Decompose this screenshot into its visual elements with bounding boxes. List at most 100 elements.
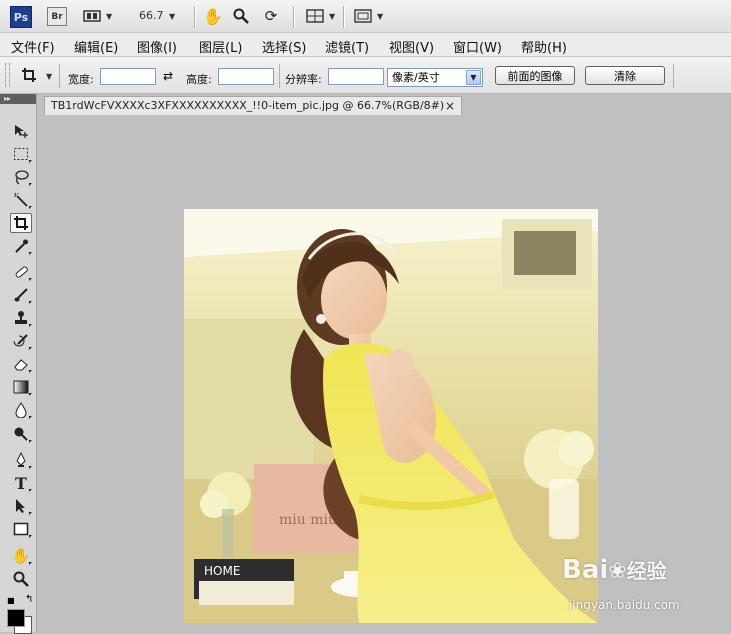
default-colors-icon[interactable]: ■ — [7, 596, 15, 605]
tools-panel: ▸▸ T ✋ ■ ↰ — [0, 94, 37, 634]
menu-view[interactable]: 视图(V) — [389, 37, 434, 56]
move-icon — [15, 125, 28, 138]
width-label: 宽度: — [68, 73, 94, 86]
front-image-button[interactable]: 前面的图像 — [495, 66, 575, 85]
dodge-tool[interactable] — [10, 424, 32, 444]
film-icon — [83, 10, 101, 22]
eraser-tool[interactable] — [10, 354, 32, 374]
hand-icon: ✋ — [11, 547, 31, 565]
menu-bar: 文件(F) 编辑(E) 图像(I) 图层(L) 选择(S) 滤镜(T) 视图(V… — [0, 33, 731, 57]
document-canvas-image[interactable]: miu miu HOME — [184, 209, 598, 623]
divider — [673, 64, 674, 88]
crop-tool-preset-icon[interactable] — [19, 66, 39, 84]
options-grip[interactable] — [5, 63, 10, 87]
options-bar: ▼ 宽度: ⇄ 高度: 分辨率: 像素/英寸 ▼ 前面的图像 清除 — [0, 57, 731, 94]
blur-icon — [15, 402, 27, 418]
menu-window[interactable]: 窗口(W) — [453, 37, 502, 56]
arrange-documents-icon[interactable] — [305, 7, 325, 25]
resolution-unit-select[interactable]: 像素/英寸 ▼ — [387, 68, 483, 87]
close-icon[interactable]: × — [445, 97, 455, 115]
hand-tool[interactable]: ✋ — [10, 546, 32, 566]
clone-stamp-tool[interactable] — [10, 308, 32, 328]
eyedropper-icon — [15, 239, 28, 253]
document-tab[interactable]: TB1rdWcFVXXXXc3XFXXXXXXXXXX_!!0-item_pic… — [44, 96, 462, 115]
brush-icon — [14, 288, 28, 302]
zoom-chevron-down-icon[interactable]: ▼ — [169, 12, 175, 21]
path-selection-tool[interactable] — [10, 496, 32, 516]
document-title: TB1rdWcFVXXXXc3XFXXXXXXXXXX_!!0-item_pic… — [51, 99, 445, 112]
screen-mode-icon[interactable] — [353, 7, 373, 25]
chevron-down-icon[interactable]: ▼ — [329, 12, 335, 21]
photoshop-logo: Ps — [10, 6, 32, 28]
shape-tool[interactable] — [10, 519, 32, 539]
menu-help[interactable]: 帮助(H) — [521, 37, 567, 56]
chevron-down-icon[interactable]: ▼ — [106, 12, 112, 21]
divider — [343, 6, 345, 28]
healing-brush-icon — [15, 266, 28, 278]
healing-brush-tool[interactable] — [10, 262, 32, 282]
watermark-logo: Bai❀经验 — [562, 555, 667, 585]
menu-file[interactable]: 文件(F) — [11, 37, 55, 56]
shape-icon — [13, 522, 29, 536]
divider — [279, 64, 280, 88]
zoom-tool-icon[interactable] — [231, 7, 251, 25]
crop-tool[interactable] — [10, 213, 32, 233]
blur-tool[interactable] — [10, 400, 32, 420]
history-brush-tool[interactable] — [10, 331, 32, 351]
menu-select[interactable]: 选择(S) — [262, 37, 306, 56]
rotate-view-icon[interactable]: ⟳ — [261, 7, 281, 25]
type-icon: T — [15, 473, 27, 493]
application-bar: Ps Br ▼ 66.7 ▼ ✋ ⟳ ▼ ▼ — [0, 0, 731, 33]
eraser-icon — [14, 359, 28, 371]
view-extras-button[interactable] — [82, 7, 102, 25]
pen-tool[interactable] — [10, 450, 32, 470]
menu-image[interactable]: 图像(I) — [137, 37, 177, 56]
height-input[interactable] — [218, 68, 274, 85]
brush-tool[interactable] — [10, 285, 32, 305]
swap-dimensions-icon[interactable]: ⇄ — [163, 69, 173, 83]
menu-filter[interactable]: 滤镜(T) — [325, 37, 369, 56]
chevron-down-icon[interactable]: ▼ — [377, 12, 383, 21]
height-label: 高度: — [186, 73, 212, 86]
divider — [293, 6, 295, 28]
watermark-url: jingyan.baidu.com — [569, 598, 680, 612]
width-input[interactable] — [100, 68, 156, 85]
gradient-icon — [13, 380, 29, 394]
zoom-level[interactable]: 66.7 — [139, 9, 164, 22]
menu-layer[interactable]: 图层(L) — [199, 37, 242, 56]
bag-text: miu miu — [279, 512, 337, 528]
hand-tool-icon[interactable]: ✋ — [203, 7, 223, 26]
move-tool[interactable] — [10, 121, 32, 141]
gradient-tool[interactable] — [10, 377, 32, 397]
clone-stamp-icon — [15, 311, 27, 324]
preset-chevron-down-icon[interactable]: ▼ — [46, 72, 52, 81]
zoom-icon — [13, 571, 29, 587]
photo-woman-yellow-dress: miu miu HOME — [184, 209, 598, 623]
lasso-icon — [15, 170, 29, 185]
zoom-tool[interactable] — [10, 569, 32, 589]
magic-wand-tool[interactable] — [10, 190, 32, 210]
swap-colors-icon[interactable]: ↰ — [25, 594, 33, 605]
magic-wand-icon — [14, 192, 28, 207]
type-tool[interactable]: T — [10, 473, 32, 493]
divider — [194, 6, 196, 28]
divider — [59, 64, 60, 88]
resolution-unit-value: 像素/英寸 — [392, 71, 440, 84]
resolution-input[interactable] — [328, 68, 384, 85]
history-brush-icon — [13, 334, 28, 347]
pen-icon — [16, 452, 26, 467]
lasso-tool[interactable] — [10, 167, 32, 187]
marquee-icon — [14, 148, 28, 160]
book-text: HOME — [204, 564, 240, 578]
chevron-down-icon[interactable]: ▼ — [466, 70, 481, 85]
clear-button[interactable]: 清除 — [585, 66, 665, 85]
eyedropper-tool[interactable] — [10, 236, 32, 256]
dodge-icon — [14, 427, 28, 441]
panel-collapse-icon[interactable]: ▸▸ — [0, 94, 36, 104]
crop-icon — [14, 216, 28, 230]
foreground-color-swatch[interactable] — [7, 609, 25, 627]
marquee-tool[interactable] — [10, 144, 32, 164]
bridge-launch-button[interactable]: Br — [47, 7, 67, 26]
menu-edit[interactable]: 编辑(E) — [74, 37, 118, 56]
resolution-label: 分辨率: — [285, 73, 322, 86]
